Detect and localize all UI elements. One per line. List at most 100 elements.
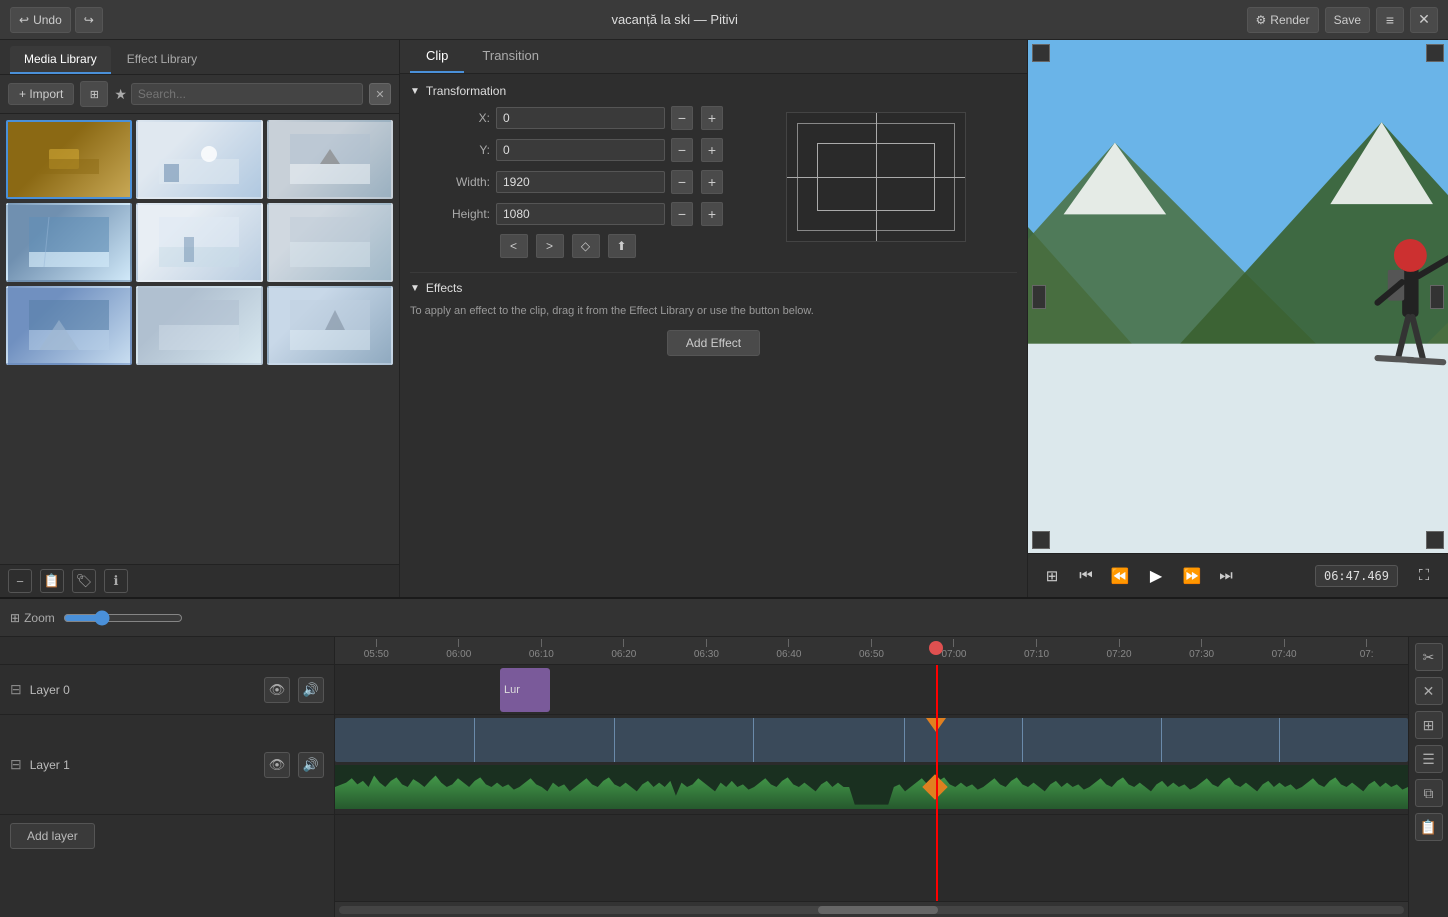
x-decrement[interactable]: − (671, 106, 693, 130)
x-input[interactable] (496, 107, 665, 129)
effects-section-label: Effects (426, 281, 462, 295)
preview-handle-bl[interactable] (1032, 531, 1050, 549)
media-thumb-5[interactable] (136, 203, 262, 282)
fullscreen-button[interactable]: ⛶ (1410, 562, 1438, 590)
zoom-grid-icon: ⊞ (10, 611, 20, 625)
undo-redo-group: ↩ Undo ↪ (10, 7, 103, 33)
y-label: Y: (410, 143, 490, 157)
info-icon: ℹ (114, 573, 119, 589)
close-button[interactable]: ✕ (1410, 7, 1438, 33)
delete-tool[interactable]: ✕ (1415, 677, 1443, 705)
preview-handle-br[interactable] (1426, 531, 1444, 549)
reset-button[interactable]: ⬆ (608, 234, 636, 258)
ruler-mark-5: 06:40 (748, 639, 831, 660)
rewind-button[interactable]: ⏪ (1106, 562, 1134, 590)
seg-div-1 (474, 718, 475, 762)
transform-section-header[interactable]: ▼ Transformation (410, 84, 1017, 98)
preview-handle-right[interactable] (1430, 285, 1444, 309)
grid-tool[interactable]: ⊞ (1415, 711, 1443, 739)
tab-transition[interactable]: Transition (466, 40, 555, 73)
layer-0-mute-button[interactable]: 🔊 (298, 677, 324, 703)
seg-div-7 (1279, 718, 1280, 762)
tab-clip[interactable]: Clip (410, 40, 464, 73)
media-thumb-2[interactable] (136, 120, 262, 199)
layer-1-mute-button[interactable]: 🔊 (298, 752, 324, 778)
layer-1-track[interactable] (335, 715, 1408, 815)
keyframe-diamond-button[interactable]: ◇ (572, 234, 600, 258)
media-thumb-8[interactable] (136, 286, 262, 365)
clip-props-icon: 📋 (44, 573, 60, 589)
skip-to-start-button[interactable]: ⏮ (1072, 562, 1100, 590)
media-grid (0, 114, 399, 564)
transform-arrow-icon: ▼ (410, 86, 420, 97)
speaker-icon: 🔊 (303, 682, 319, 698)
prev-keyframe-button[interactable]: < (500, 234, 528, 258)
tab-media-library[interactable]: Media Library (10, 46, 111, 74)
preview-handle-tl[interactable] (1032, 44, 1050, 62)
scrollbar-thumb[interactable] (818, 906, 938, 914)
clip-lur[interactable]: Lur (500, 668, 550, 712)
align-tool[interactable]: ☰ (1415, 745, 1443, 773)
x-label: X: (410, 111, 490, 125)
layer-0-track[interactable]: Lur (335, 665, 1408, 715)
minus-icon: − (16, 574, 24, 589)
layer-0-visibility-button[interactable]: 👁 (264, 677, 290, 703)
media-thumb-6[interactable] (267, 203, 393, 282)
menu-button[interactable]: ≡ (1376, 7, 1404, 33)
add-layer-button[interactable]: Add layer (10, 823, 95, 849)
effects-arrow-icon: ▼ (410, 283, 420, 294)
redo-button[interactable]: ↪ (75, 7, 103, 33)
zoom-slider[interactable] (63, 610, 183, 626)
rewind-icon: ⏪ (1111, 567, 1130, 585)
media-thumb-3[interactable] (267, 120, 393, 199)
layer-0-name: Layer 0 (30, 683, 256, 697)
media-thumb-7[interactable] (6, 286, 132, 365)
clip-properties-button[interactable]: 📋 (40, 569, 64, 593)
ruler-mark-3: 06:20 (583, 639, 666, 660)
effects-section-header[interactable]: ▼ Effects (410, 281, 1017, 295)
ruler-spacer (0, 637, 334, 665)
ruler-mark-7: 07:00 (913, 639, 996, 660)
scissors-tool[interactable]: ✂ (1415, 643, 1443, 671)
height-input[interactable] (496, 203, 665, 225)
media-thumb-4[interactable] (6, 203, 132, 282)
copy-tool[interactable]: ⧉ (1415, 779, 1443, 807)
seg-div-4 (904, 718, 905, 762)
skip-to-end-button[interactable]: ⏭ (1212, 562, 1240, 590)
info-button[interactable]: ℹ (104, 569, 128, 593)
undo-button[interactable]: ↩ Undo (10, 7, 71, 33)
width-increment[interactable]: + (701, 170, 723, 194)
clip-tool[interactable]: 📋 (1415, 813, 1443, 841)
layer-1-visibility-button[interactable]: 👁 (264, 752, 290, 778)
properties-area: ▼ Transformation X: − + Y: − + (400, 74, 1027, 597)
next-keyframe-button[interactable]: > (536, 234, 564, 258)
tag-button[interactable]: 🏷 (72, 569, 96, 593)
y-decrement[interactable]: − (671, 138, 693, 162)
height-decrement[interactable]: − (671, 202, 693, 226)
tab-effect-library[interactable]: Effect Library (113, 46, 211, 74)
search-input[interactable] (131, 83, 363, 105)
media-bottom-bar: − 📋 🏷 ℹ (0, 564, 399, 597)
search-clear-button[interactable]: ✕ (369, 83, 391, 105)
grid-view-button[interactable]: ⊞ (1038, 562, 1066, 590)
fast-forward-button[interactable]: ⏩ (1178, 562, 1206, 590)
render-button[interactable]: ⚙ Render (1247, 7, 1319, 33)
save-button[interactable]: Save (1325, 7, 1370, 33)
add-effect-button[interactable]: Add Effect (667, 330, 760, 356)
width-decrement[interactable]: − (671, 170, 693, 194)
preview-handle-left[interactable] (1032, 285, 1046, 309)
playhead-marker (929, 641, 943, 655)
import-button[interactable]: + Import (8, 83, 74, 105)
transform-inputs: X: − + Y: − + Width: − (410, 106, 725, 264)
delete-clip-button[interactable]: − (8, 569, 32, 593)
play-button[interactable]: ▶ (1140, 560, 1172, 592)
width-input[interactable] (496, 171, 665, 193)
y-increment[interactable]: + (701, 138, 723, 162)
media-thumb-1[interactable] (6, 120, 132, 199)
list-view-button[interactable]: ⊞ (80, 81, 108, 107)
x-increment[interactable]: + (701, 106, 723, 130)
y-input[interactable] (496, 139, 665, 161)
media-thumb-9[interactable] (267, 286, 393, 365)
height-increment[interactable]: + (701, 202, 723, 226)
preview-handle-tr[interactable] (1426, 44, 1444, 62)
